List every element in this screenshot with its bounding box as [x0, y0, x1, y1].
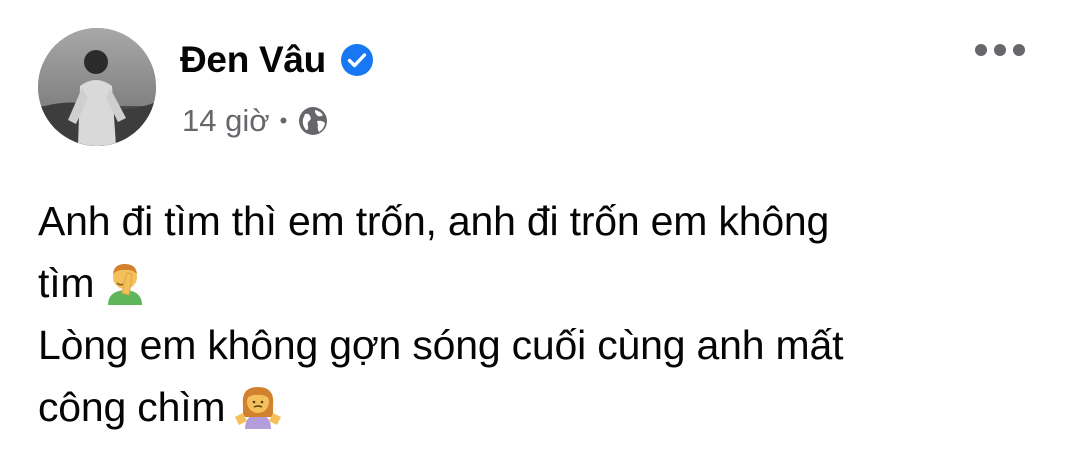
more-options-button[interactable]: [970, 34, 1030, 70]
post-text-segment: công chìm: [38, 384, 226, 430]
verified-badge-icon: [340, 43, 374, 77]
woman-shrugging-emoji: [233, 383, 283, 429]
post-text-segment: tìm: [38, 260, 95, 306]
more-options-icon: [974, 43, 1026, 62]
post-text-segment: Lòng em không gợn sóng cuối cùng anh mất: [38, 322, 844, 368]
post-text-line-4: công chìm: [38, 376, 1048, 438]
post-text-line-2: tìm: [38, 252, 1048, 314]
timestamp[interactable]: 14 giờ: [182, 103, 270, 139]
author-name[interactable]: Đen Vâu: [180, 39, 326, 81]
avatar[interactable]: [38, 28, 156, 146]
man-facepalming-emoji: [102, 259, 148, 305]
post-text-line-1: Anh đi tìm thì em trốn, anh đi trốn em k…: [38, 190, 1048, 252]
separator-dot: •: [279, 108, 288, 133]
post-text-line-3: Lòng em không gợn sóng cuối cùng anh mất: [38, 314, 1048, 376]
facebook-post: Đen Vâu 14 giờ • Anh đi tìm thì em trốn,…: [0, 0, 1080, 456]
post-text-segment: Anh đi tìm thì em trốn, anh đi trốn em k…: [38, 198, 830, 244]
post-meta: 14 giờ •: [182, 98, 329, 144]
globe-icon[interactable]: [297, 105, 329, 137]
author-row: Đen Vâu: [180, 32, 374, 88]
post-text: Anh đi tìm thì em trốn, anh đi trốn em k…: [38, 190, 1048, 438]
